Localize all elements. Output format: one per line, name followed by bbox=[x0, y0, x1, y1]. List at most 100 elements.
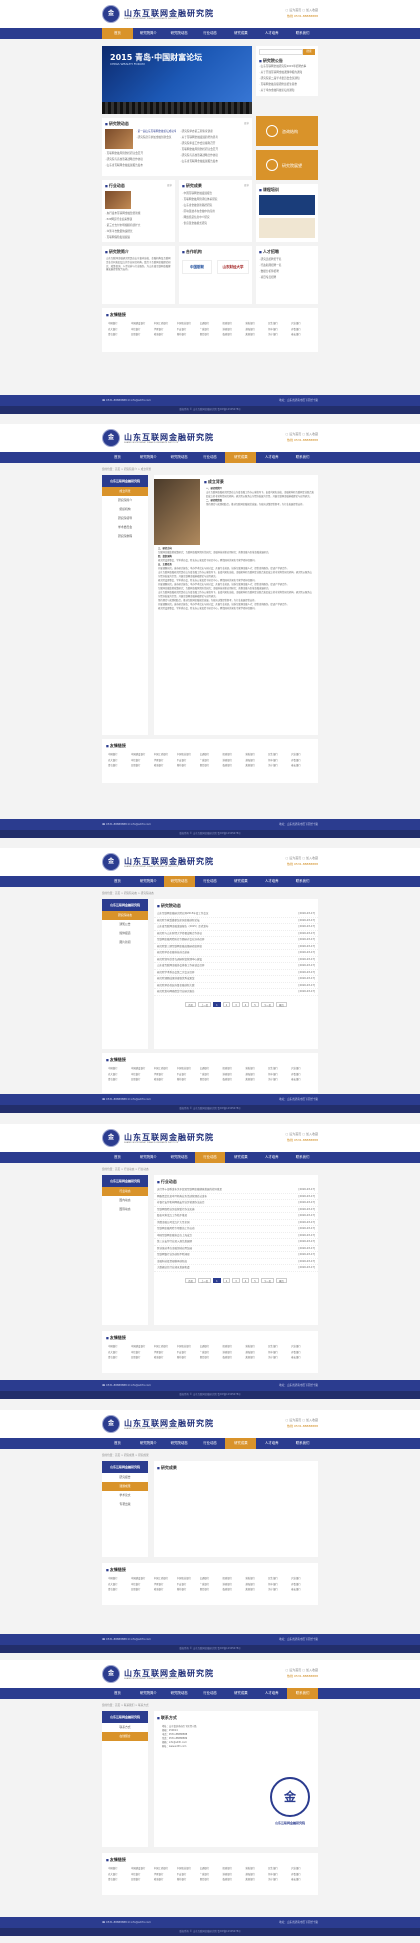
page-link[interactable]: 4 bbox=[241, 1277, 250, 1283]
nav-research[interactable]: 研究成果 bbox=[225, 1688, 256, 1699]
friend-link[interactable]: 中国建设银行 bbox=[131, 1344, 154, 1348]
friend-link[interactable]: 临商银行 bbox=[222, 1587, 245, 1591]
friend-link[interactable]: 交通银行 bbox=[200, 1344, 223, 1348]
friend-link[interactable]: 民生银行 bbox=[268, 321, 291, 325]
tile-outlook[interactable]: 研究院展望 bbox=[256, 150, 318, 180]
page-link[interactable]: 下一页 bbox=[260, 1277, 274, 1283]
more-link[interactable]: 更多 bbox=[244, 183, 249, 187]
friend-link[interactable]: 威海银行 bbox=[154, 332, 177, 336]
news-thumbnail[interactable] bbox=[105, 129, 133, 149]
friend-link[interactable]: 济宁银行 bbox=[268, 1587, 291, 1591]
friend-link[interactable]: 平安银行 bbox=[177, 758, 200, 762]
training-ad-image[interactable] bbox=[259, 195, 315, 215]
friend-link[interactable]: 渤海银行 bbox=[245, 1350, 268, 1354]
friend-link[interactable]: 中国工商银行 bbox=[154, 321, 177, 325]
friend-link[interactable]: 广发银行 bbox=[200, 1872, 223, 1876]
logo-icon[interactable]: 金 bbox=[102, 1129, 120, 1147]
logo-icon[interactable]: 金 bbox=[102, 853, 120, 871]
partner-logo[interactable]: 中国银联 bbox=[182, 260, 212, 274]
nav-home[interactable]: 首页 bbox=[102, 28, 133, 39]
friend-link[interactable]: 广发银行 bbox=[200, 1072, 223, 1076]
nav-about[interactable]: 研究院简介 bbox=[133, 28, 164, 39]
friend-link[interactable]: 中国工商银行 bbox=[154, 1344, 177, 1348]
friend-link[interactable]: 济宁银行 bbox=[268, 1877, 291, 1881]
friend-link[interactable]: 青岛银行 bbox=[108, 1587, 131, 1591]
friend-link[interactable]: 交通银行 bbox=[200, 1866, 223, 1870]
list-item[interactable]: 项目专员招聘 bbox=[259, 275, 315, 281]
tile-consult[interactable]: 咨询结构 bbox=[256, 116, 318, 146]
friend-link[interactable]: 威海银行 bbox=[154, 1877, 177, 1881]
nav-contact[interactable]: 联系我们 bbox=[287, 1688, 319, 1699]
page-link[interactable]: 首页 bbox=[185, 1277, 196, 1283]
nav-home[interactable]: 首页 bbox=[102, 876, 133, 887]
friend-link[interactable]: 中国银行 bbox=[108, 1866, 131, 1870]
friend-link[interactable]: 潍坊银行 bbox=[177, 1355, 200, 1359]
friend-link[interactable]: 浙商银行 bbox=[222, 1072, 245, 1076]
friend-link[interactable]: 中国建设银行 bbox=[131, 1576, 154, 1580]
page-link[interactable]: 4 bbox=[241, 1001, 250, 1007]
friend-link[interactable]: 济宁银行 bbox=[268, 332, 291, 336]
friend-link[interactable]: 中国农业银行 bbox=[177, 1344, 200, 1348]
nav-research[interactable]: 研究成果 bbox=[225, 1152, 256, 1163]
friend-link[interactable]: 光大银行 bbox=[108, 1582, 131, 1586]
logo-icon[interactable]: 金 bbox=[102, 429, 120, 447]
friend-link[interactable]: 浙商银行 bbox=[222, 1582, 245, 1586]
nav-contact[interactable]: 联系我们 bbox=[287, 876, 318, 887]
friend-link[interactable]: 浦发银行 bbox=[245, 1066, 268, 1070]
friend-link[interactable]: 华夏银行 bbox=[154, 1872, 177, 1876]
page-link[interactable]: 尾页 bbox=[276, 1001, 287, 1007]
list-item-title[interactable]: 研究院与山东财经大学签署战略合作协议 bbox=[157, 931, 202, 937]
friend-link[interactable]: 潍坊银行 bbox=[177, 1877, 200, 1881]
sidebar-item-reports[interactable]: 研究报告 bbox=[102, 1473, 148, 1482]
page-link[interactable]: 1 bbox=[213, 1001, 221, 1007]
partner-logo[interactable]: 山东财经大学 bbox=[217, 260, 249, 274]
friend-link[interactable]: 渤海银行 bbox=[245, 1072, 268, 1076]
nav-news[interactable]: 研究院动态 bbox=[163, 876, 195, 887]
friend-link[interactable]: 烟台银行 bbox=[200, 332, 223, 336]
nav-research[interactable]: 研究成果 bbox=[225, 1438, 257, 1449]
friend-link[interactable]: 广发银行 bbox=[200, 327, 223, 331]
friend-link[interactable]: 日照银行 bbox=[131, 1587, 154, 1591]
list-item[interactable]: 研究院赴京参加金融创新会议 bbox=[136, 135, 176, 141]
page-link[interactable]: 下一页 bbox=[260, 1001, 274, 1007]
friend-link[interactable]: 烟台银行 bbox=[200, 1587, 223, 1591]
friend-link[interactable]: 平安银行 bbox=[177, 327, 200, 331]
friend-link[interactable]: 交通银行 bbox=[200, 752, 223, 756]
friend-link[interactable]: 烟台银行 bbox=[200, 1877, 223, 1881]
friend-link[interactable]: 临商银行 bbox=[222, 1877, 245, 1881]
friend-link[interactable]: 潍坊银行 bbox=[177, 332, 200, 336]
friend-link[interactable]: 光大银行 bbox=[108, 758, 131, 762]
nav-contact[interactable]: 联系我们 bbox=[287, 1438, 318, 1449]
friend-link[interactable]: 中国银行 bbox=[108, 321, 131, 325]
friend-link[interactable]: 兴业银行 bbox=[291, 1576, 314, 1580]
friend-link[interactable]: 浙商银行 bbox=[222, 758, 245, 762]
friend-link[interactable]: 浦发银行 bbox=[245, 1344, 268, 1348]
friend-link[interactable]: 中国农业银行 bbox=[177, 321, 200, 325]
friend-link[interactable]: 齐鲁银行 bbox=[291, 1350, 314, 1354]
friend-link[interactable]: 烟台银行 bbox=[200, 1077, 223, 1081]
nav-research[interactable]: 研究成果 bbox=[225, 876, 256, 887]
friend-link[interactable]: 中信银行 bbox=[131, 758, 154, 762]
friend-link[interactable]: 临商银行 bbox=[222, 332, 245, 336]
sidebar-item-notices[interactable]: 通知公告 bbox=[102, 920, 148, 929]
nav-about[interactable]: 研究院简介 bbox=[133, 876, 164, 887]
friend-link[interactable]: 兴业银行 bbox=[291, 1866, 314, 1870]
friend-link[interactable]: 中国农业银行 bbox=[177, 752, 200, 756]
friend-link[interactable]: 广发银行 bbox=[200, 1350, 223, 1354]
sidebar-item-contact[interactable]: 联系方式 bbox=[102, 1723, 148, 1732]
friend-link[interactable]: 中国农业银行 bbox=[177, 1576, 200, 1580]
sidebar-item-news[interactable]: 研究院动态 bbox=[102, 911, 148, 920]
friend-link[interactable]: 交通银行 bbox=[200, 1576, 223, 1580]
list-item-title[interactable]: 山东省互联网金融发展报告（2015）正式发布 bbox=[157, 924, 208, 930]
nav-industry[interactable]: 行业动态 bbox=[195, 876, 226, 887]
news-thumbnail[interactable] bbox=[105, 191, 131, 209]
list-item[interactable]: 研究院发布网络借贷行业研究报告 [2016-03-17] bbox=[154, 989, 318, 996]
friend-link[interactable]: 华夏银行 bbox=[154, 1350, 177, 1354]
list-item-title[interactable]: 非银行支付机构网络支付业务管理办法出台 bbox=[157, 1200, 205, 1206]
nav-contact[interactable]: 联系我们 bbox=[287, 28, 318, 39]
friend-link[interactable]: 临商银行 bbox=[222, 1355, 245, 1359]
more-link[interactable]: 更多 bbox=[244, 121, 249, 125]
list-item-title[interactable]: 网络借贷信息中介机构业务活动管理办法发布 bbox=[157, 1194, 207, 1200]
more-link[interactable]: 更多 bbox=[167, 183, 172, 187]
friend-link[interactable]: 威海银行 bbox=[154, 1077, 177, 1081]
